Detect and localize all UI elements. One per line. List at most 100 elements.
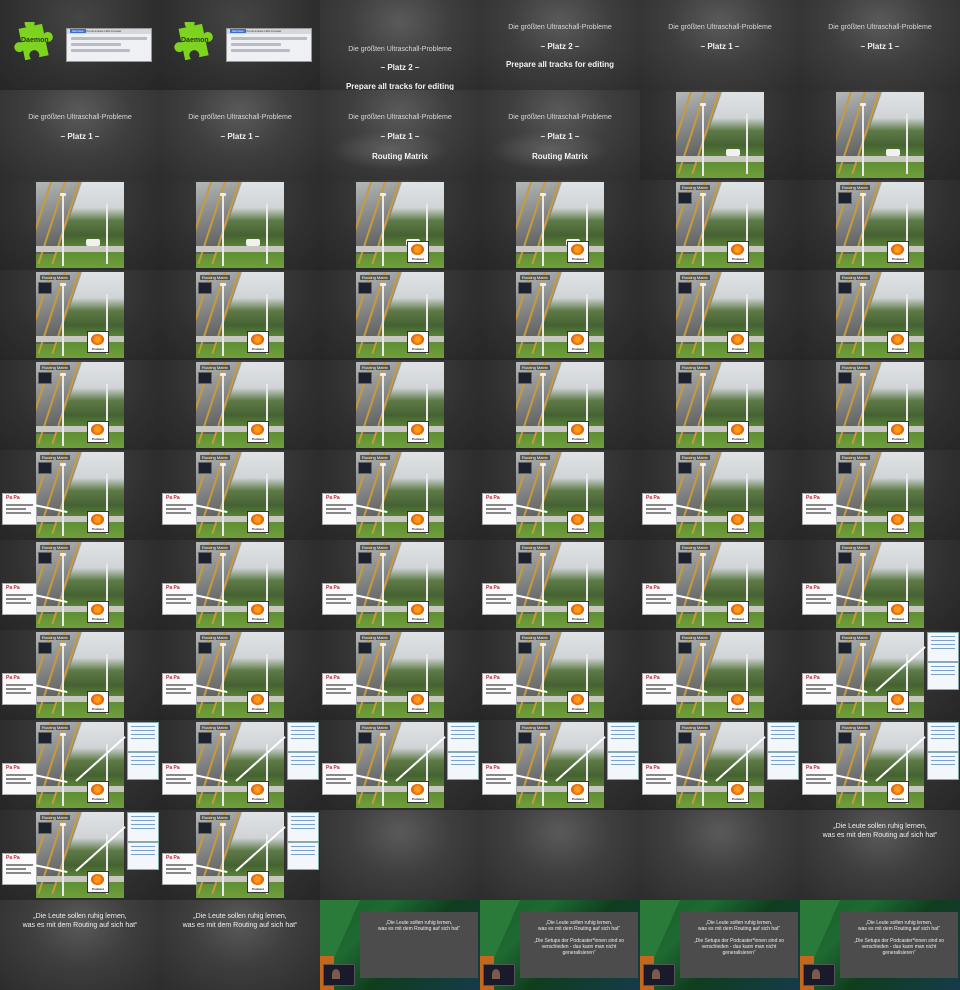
document-head: Pa Pa [6, 585, 20, 591]
slide-thumbnail[interactable]: Routing Matrix Podcast Pa Pa [0, 630, 160, 720]
lamp-post [746, 114, 748, 174]
walkway [36, 786, 124, 792]
slide-thumbnail[interactable]: Routing Matrix Podcast [0, 270, 160, 360]
document-overlay: Pa Pa [642, 493, 677, 525]
slide-thumbnail[interactable]: Routing Matrix Podcast Pa Pa [160, 540, 320, 630]
slide-thumbnail[interactable] [160, 180, 320, 270]
menu-item: Fenster [111, 29, 122, 33]
document-head: Pa Pa [166, 495, 180, 501]
slide-thumbnail[interactable] [320, 810, 480, 900]
blueprint-line [131, 824, 155, 825]
routing-label: Routing Matrix [840, 545, 870, 550]
blueprint-line [931, 734, 955, 735]
podcast-badge: Podcast [727, 781, 749, 803]
document-head: Pa Pa [806, 765, 820, 771]
slide-thumbnail[interactable]: Routing Matrix Podcast Pa Pa [160, 450, 320, 540]
slide-thumbnail[interactable]: Routing Matrix Podcast Pa Pa [0, 720, 160, 810]
slide-thumbnail[interactable]: Die größten Ultraschall-Probleme – Platz… [160, 90, 320, 180]
slide-rank: – Platz 1 – [540, 132, 580, 141]
slide-thumbnail[interactable]: Routing Matrix Podcast Pa Pa [160, 630, 320, 720]
slide-thumbnail[interactable] [640, 90, 800, 180]
document-line [486, 692, 511, 694]
slide-thumbnail[interactable]: Routing Matrix Podcast Pa Pa [640, 450, 800, 540]
slide-thumbnail[interactable]: Die größten Ultraschall-Probleme – Platz… [480, 90, 640, 180]
slide-thumbnail[interactable]: Routing Matrix Podcast Pa Pa [320, 450, 480, 540]
slide-thumbnail[interactable]: Routing Matrix Podcast [800, 270, 960, 360]
slide-thumbnail[interactable] [480, 810, 640, 900]
slide-thumbnail[interactable]: Routing Matrix Podcast Pa Pa [800, 450, 960, 540]
slide-thumbnail[interactable]: Routing Matrix Podcast [160, 360, 320, 450]
slide-thumbnail[interactable]: Routing Matrix Podcast [640, 270, 800, 360]
slide-thumbnail[interactable]: Routing Matrix Podcast [320, 270, 480, 360]
slide-thumbnail[interactable]: „Die Leute sollen ruhig lernen, was es m… [640, 900, 800, 990]
slide-thumbnail[interactable]: Routing Matrix Podcast Pa Pa [800, 630, 960, 720]
slide-thumbnail[interactable]: Die größten Ultraschall-Probleme – Platz… [320, 0, 480, 90]
slide-thumbnail[interactable]: Routing Matrix Podcast Pa Pa [0, 540, 160, 630]
document-overlay: Pa Pa [2, 853, 37, 885]
slide-thumbnail[interactable]: Routing Matrix Podcast Pa Pa [800, 720, 960, 810]
lamp-head [860, 283, 866, 286]
slide-thumbnail[interactable]: Daemon Services Kommentare Hilfe Fenster [160, 0, 320, 90]
podcast-badge: Podcast [247, 331, 269, 353]
slide-thumbnail[interactable]: Routing Matrix Podcast Pa Pa [480, 540, 640, 630]
slide-thumbnail[interactable]: Die größten Ultraschall-Probleme – Platz… [480, 0, 640, 90]
slide-thumbnail[interactable]: Routing Matrix Podcast [640, 360, 800, 450]
slide-thumbnail[interactable]: Routing Matrix Podcast Pa Pa [480, 450, 640, 540]
slide-thumbnail[interactable]: Routing Matrix Podcast [320, 360, 480, 450]
slide-thumbnail[interactable]: Routing Matrix Podcast [800, 180, 960, 270]
slide-thumbnail[interactable]: Die größten Ultraschall-Probleme – Platz… [800, 0, 960, 90]
podcast-badge: Podcast [407, 601, 429, 623]
slide-thumbnail[interactable]: „Die Leute sollen ruhig lernen, was es m… [320, 900, 480, 990]
slide-thumbnail[interactable]: „Die Leute sollen ruhig lernen, was es m… [0, 900, 160, 990]
slide-thumbnail[interactable]: Podcast [320, 180, 480, 270]
slide-thumbnail[interactable]: Routing Matrix Podcast [480, 360, 640, 450]
document-line [806, 504, 833, 506]
slide-thumbnail[interactable]: Routing Matrix Podcast Pa Pa [0, 450, 160, 540]
slide-thumbnail[interactable]: Daemon Services Kommentare Hilfe Fenster [0, 0, 160, 90]
slide-thumbnail[interactable]: Routing Matrix Podcast Pa Pa [320, 540, 480, 630]
slide-thumbnail[interactable]: Routing Matrix Podcast Pa Pa [640, 630, 800, 720]
building-photo: Routing Matrix Podcast [36, 452, 124, 538]
routing-label: Routing Matrix [360, 725, 390, 730]
screen-overlay [38, 462, 52, 474]
slide-thumbnail[interactable]: Routing Matrix Podcast Pa Pa [0, 810, 160, 900]
slide-thumbnail[interactable]: Routing Matrix Podcast Pa Pa [160, 720, 320, 810]
slide-thumbnail[interactable]: Routing Matrix Podcast Pa Pa [800, 540, 960, 630]
slide-thumbnail[interactable]: Die größten Ultraschall-Probleme – Platz… [640, 0, 800, 90]
slide-thumbnail[interactable]: Routing Matrix Podcast Pa Pa [480, 720, 640, 810]
slide-thumbnail[interactable]: Die größten Ultraschall-Probleme – Platz… [0, 90, 160, 180]
video-stage: „Die Leute sollen ruhig lernen, was es m… [320, 900, 480, 990]
slide-thumbnail[interactable]: Die größten Ultraschall-Probleme – Platz… [320, 90, 480, 180]
slide-thumbnail[interactable]: Routing Matrix Podcast [160, 270, 320, 360]
slide-subtitle: Die größten Ultraschall-Probleme [508, 114, 612, 121]
screen-overlay [678, 642, 692, 654]
slide-thumbnail[interactable]: Routing Matrix Podcast Pa Pa [320, 720, 480, 810]
slide-thumbnail[interactable]: „Die Leute sollen ruhig lernen, was es m… [800, 810, 960, 900]
walkway [676, 246, 764, 252]
podcast-icon [571, 334, 584, 345]
document-line [326, 602, 351, 604]
slide-thumbnail[interactable]: „Die Leute sollen ruhig lernen, was es m… [800, 900, 960, 990]
slide-thumbnail[interactable]: Routing Matrix Podcast [640, 180, 800, 270]
slide-thumbnail[interactable]: „Die Leute sollen ruhig lernen, was es m… [160, 900, 320, 990]
slide-thumbnail[interactable] [0, 180, 160, 270]
slide-thumbnail[interactable] [800, 90, 960, 180]
blueprint-overlay [287, 812, 319, 842]
lamp-head [60, 463, 66, 466]
slide-thumbnail[interactable]: Routing Matrix Podcast Pa Pa [640, 720, 800, 810]
podcast-label: Podcast [92, 617, 104, 621]
slide-thumbnail[interactable]: Podcast [480, 180, 640, 270]
slide-thumbnail[interactable] [640, 810, 800, 900]
slide-thumbnail[interactable]: Routing Matrix Podcast Pa Pa [480, 630, 640, 720]
slide-thumbnail[interactable]: Routing Matrix Podcast [800, 360, 960, 450]
slide-thumbnail[interactable]: Routing Matrix Podcast [480, 270, 640, 360]
screen-overlay [198, 282, 212, 294]
slide-thumbnail[interactable]: Routing Matrix Podcast Pa Pa [640, 540, 800, 630]
slide-thumbnail[interactable]: Routing Matrix Podcast Pa Pa [320, 630, 480, 720]
slide-thumbnail[interactable]: Routing Matrix Podcast [0, 360, 160, 450]
slide-subtitle: Die größten Ultraschall-Probleme [668, 24, 772, 31]
slide-thumbnail[interactable]: „Die Leute sollen ruhig lernen, was es m… [480, 900, 640, 990]
blueprint-line [931, 644, 955, 645]
podcast-label: Podcast [412, 617, 424, 621]
slide-thumbnail[interactable]: Routing Matrix Podcast Pa Pa [160, 810, 320, 900]
